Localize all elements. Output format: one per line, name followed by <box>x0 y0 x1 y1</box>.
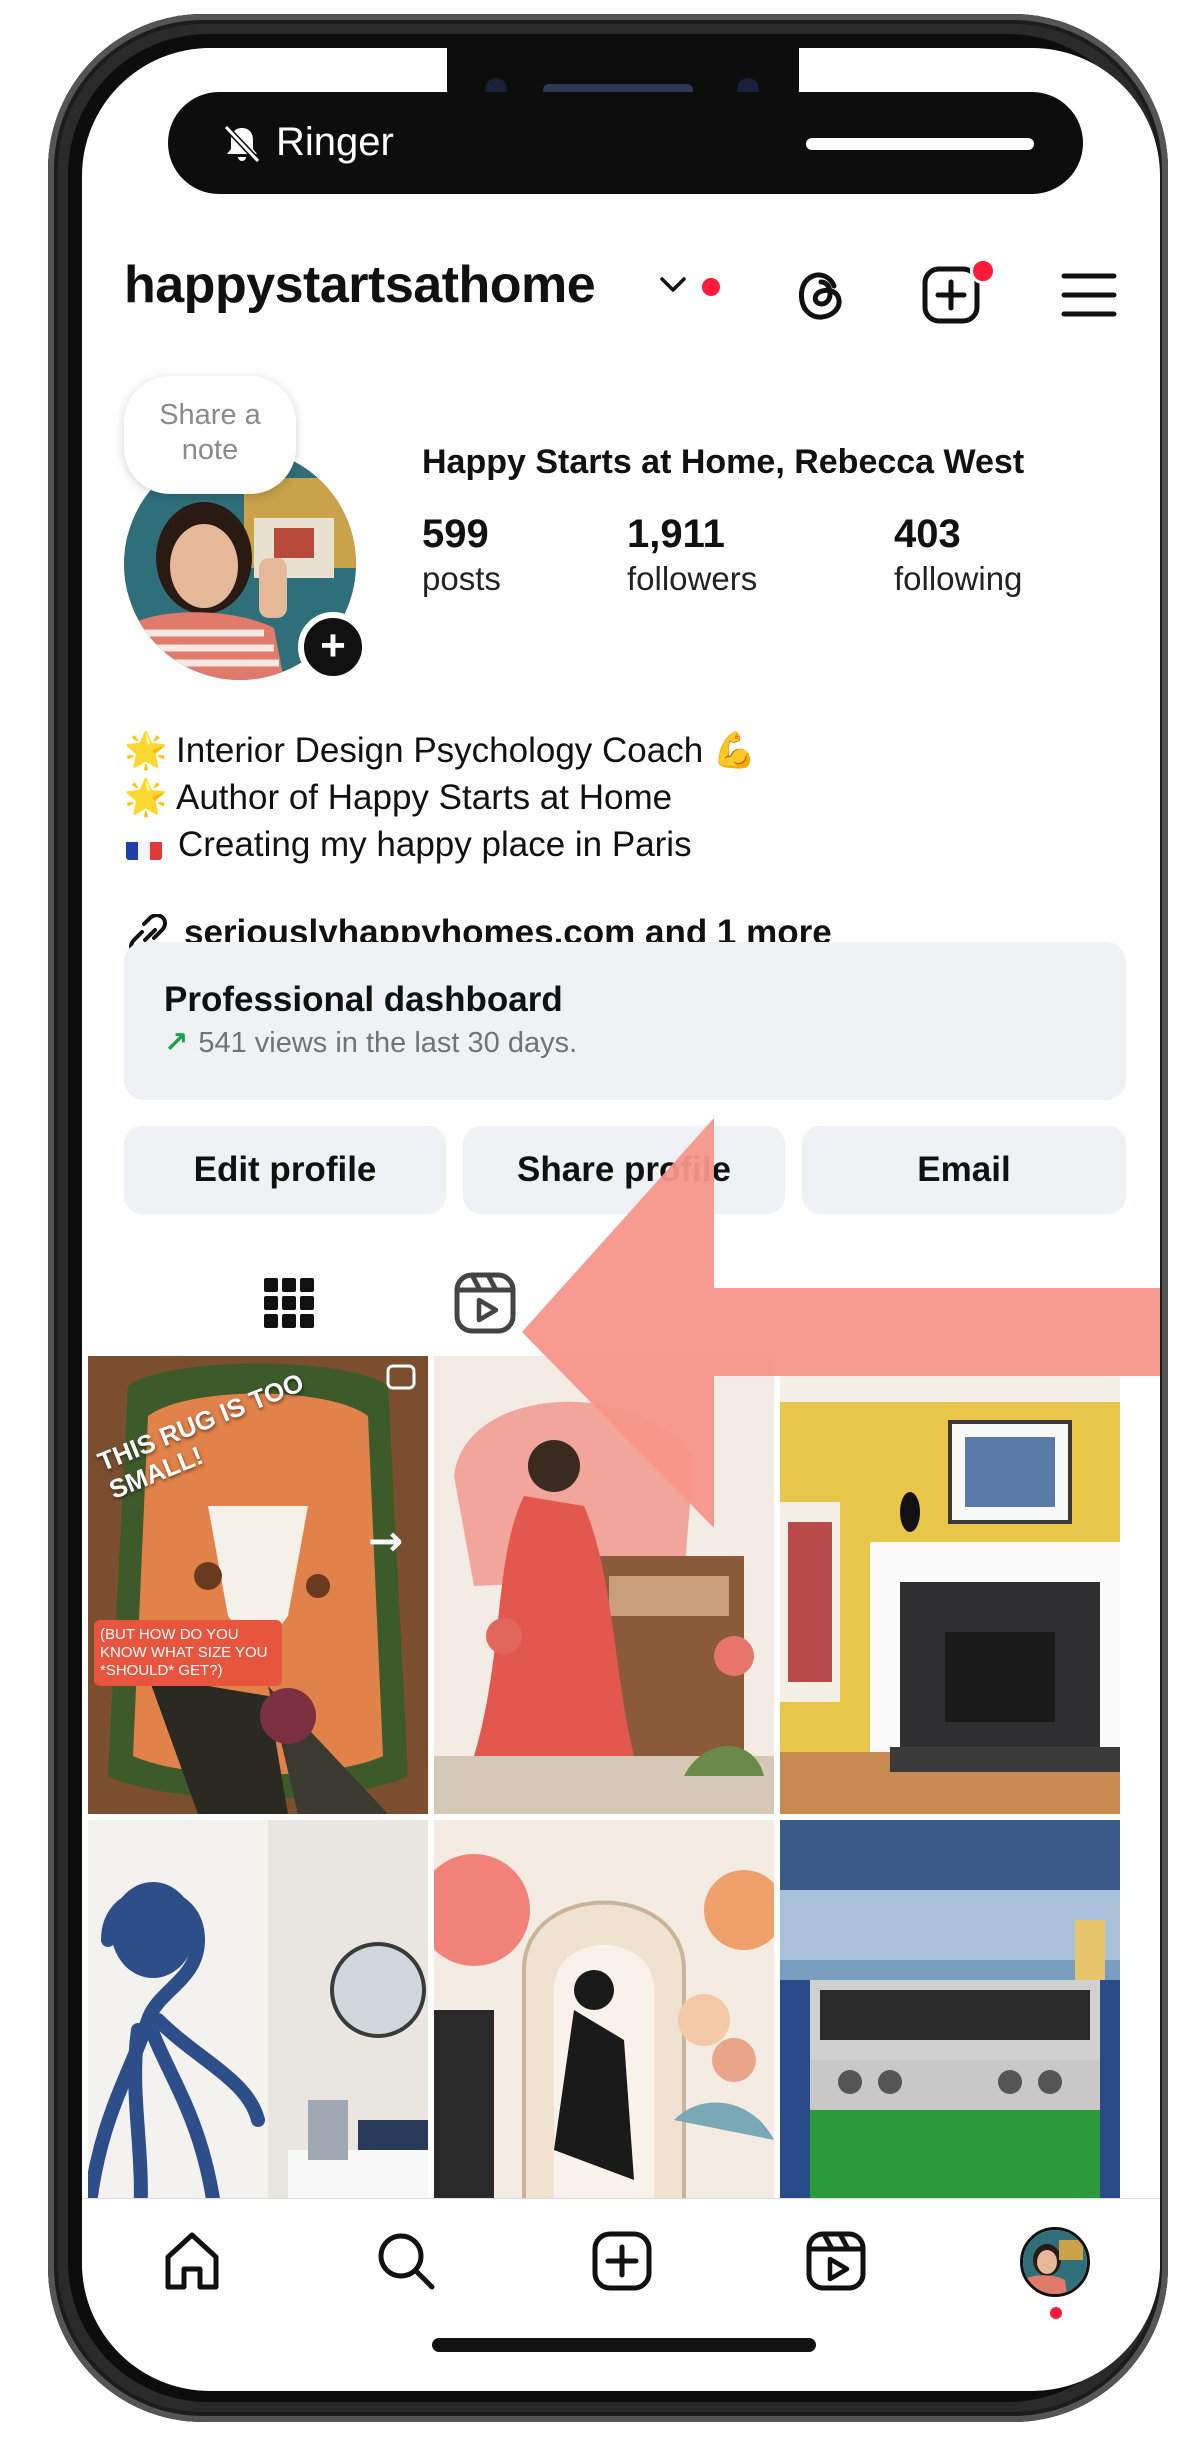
annotation-arrow <box>522 1118 1160 1528</box>
post-tile[interactable] <box>434 1820 774 2246</box>
post-image <box>88 1820 428 2246</box>
stat-following[interactable]: 403 following <box>894 510 1022 600</box>
post-caption-overlay: (BUT HOW DO YOU KNOW WHAT SIZE YOU *SHOU… <box>94 1620 282 1686</box>
profile-username[interactable]: happystartsathome <box>124 255 596 315</box>
bio-line: 🌟 Interior Design Psychology Coach 💪 <box>124 728 757 774</box>
ringer-label: Ringer <box>276 120 394 164</box>
professional-dashboard[interactable]: Professional dashboard ↗ 541 views in the… <box>124 942 1126 1100</box>
arrow-right-icon: → <box>368 1516 404 1565</box>
trend-up-icon: ↗ <box>164 1027 189 1059</box>
menu-icon[interactable] <box>1060 270 1118 320</box>
home-indicator[interactable] <box>432 2338 816 2352</box>
edit-profile-button[interactable]: Edit profile <box>124 1126 446 1214</box>
stat-following-label: following <box>894 560 1023 597</box>
profile-full-name: Happy Starts at Home, Rebecca West <box>422 443 1025 481</box>
stat-posts[interactable]: 599 posts <box>422 510 501 600</box>
avatar-photo <box>1023 2230 1087 2294</box>
search-icon[interactable] <box>374 2229 438 2293</box>
star-icon: 🌟 <box>124 731 168 771</box>
stat-followers-value: 1,911 <box>627 512 725 556</box>
home-icon[interactable] <box>160 2229 224 2293</box>
dashboard-views-text: 541 views in the last 30 days. <box>198 1027 578 1059</box>
chevron-down-icon[interactable] <box>658 274 688 296</box>
post-image <box>434 1820 774 2246</box>
stat-followers-label: followers <box>627 560 758 597</box>
threads-icon[interactable] <box>790 264 852 326</box>
create-notification-dot <box>970 258 996 284</box>
account-notification-dot <box>702 278 720 296</box>
profile-notification-dot <box>1050 2307 1062 2319</box>
bio-text: Creating my happy place in Paris <box>178 825 692 864</box>
post-tile[interactable] <box>88 1820 428 2246</box>
share-note-bubble[interactable]: Share a note <box>124 376 296 494</box>
reels-icon[interactable] <box>452 1270 518 1336</box>
profile-nav-avatar[interactable] <box>1020 2227 1090 2297</box>
bio-text: Interior Design Psychology Coach 💪 <box>176 731 757 770</box>
grid-icon[interactable] <box>262 1276 316 1330</box>
ringer-banner: Ringer <box>168 92 1083 194</box>
reels-nav-icon[interactable] <box>804 2229 868 2293</box>
dashboard-title: Professional dashboard <box>164 980 563 1019</box>
post-image <box>780 1820 1120 2246</box>
bottom-navigation <box>82 2198 1160 2319</box>
bio-line: Creating my happy place in Paris <box>124 822 692 868</box>
post-tile[interactable] <box>780 1820 1120 2246</box>
france-flag-icon <box>126 834 162 860</box>
star-icon: 🌟 <box>124 778 168 818</box>
stat-posts-label: posts <box>422 560 501 597</box>
ringer-off-icon <box>223 124 261 164</box>
add-icon[interactable] <box>590 2229 654 2293</box>
add-story-button[interactable]: + <box>298 612 368 682</box>
stat-followers[interactable]: 1,911 followers <box>627 510 757 600</box>
bio-line: 🌟 Author of Happy Starts at Home <box>124 775 672 821</box>
screen: Ringer happystartsathome + Share a note … <box>82 48 1160 2391</box>
bio-text: Author of Happy Starts at Home <box>176 778 673 817</box>
volume-bar <box>806 138 1034 150</box>
post-tile[interactable]: THIS RUG IS TOO SMALL! (BUT HOW DO YOU K… <box>88 1356 428 1814</box>
dashboard-subtitle: ↗ 541 views in the last 30 days. <box>164 1024 577 1062</box>
stat-posts-value: 599 <box>422 512 489 556</box>
stat-following-value: 403 <box>894 512 961 556</box>
